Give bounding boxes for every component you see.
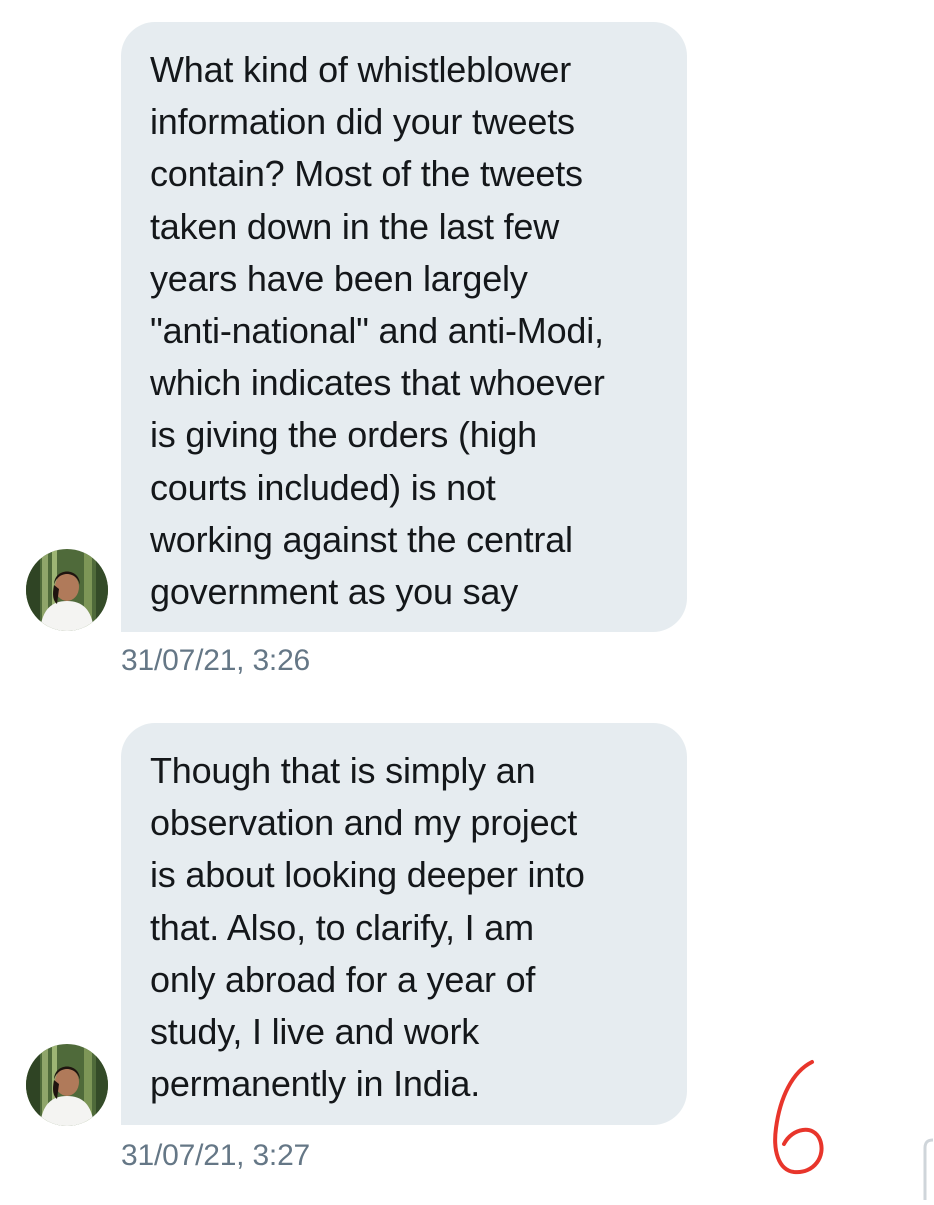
handwritten-page-number (770, 1058, 832, 1178)
handwritten-six-icon (773, 1060, 824, 1175)
message-text: What kind of whistleblower information d… (150, 49, 605, 613)
avatar-photo-icon (26, 549, 108, 631)
message-timestamp: 31/07/21, 3:27 (121, 1139, 311, 1172)
message-bubble[interactable]: What kind of whistleblower information d… (121, 22, 687, 632)
message-text: Though that is simply an observation and… (150, 750, 585, 1105)
sender-avatar[interactable] (26, 1044, 108, 1126)
message-bubble[interactable]: Though that is simply an observation and… (121, 723, 687, 1125)
edge-bracket-icon (923, 1138, 934, 1200)
avatar-photo-icon (26, 1044, 108, 1126)
screen-edge-mark (920, 1138, 934, 1200)
dm-conversation: What kind of whistleblower information d… (0, 0, 934, 1200)
message-timestamp: 31/07/21, 3:26 (121, 644, 311, 677)
sender-avatar[interactable] (26, 549, 108, 631)
